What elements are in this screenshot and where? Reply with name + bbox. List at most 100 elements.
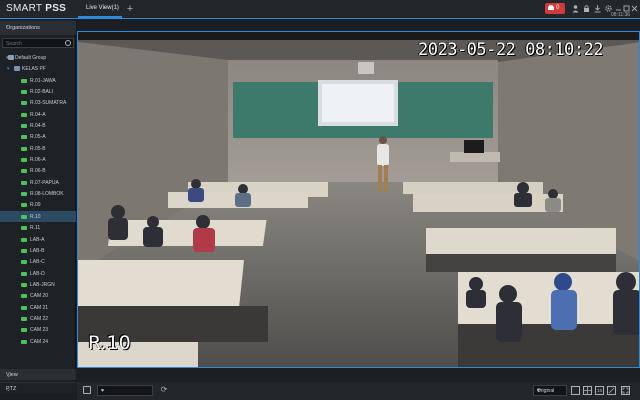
- refresh-icon[interactable]: ⟳: [159, 385, 169, 395]
- camera-icon: [21, 339, 27, 344]
- camera-label: R.11: [30, 225, 41, 232]
- tree-camera-item[interactable]: CAM 23: [0, 324, 76, 335]
- chevron-down-icon: ⌄: [6, 373, 12, 379]
- tree-camera-item[interactable]: R.04-B: [0, 120, 76, 131]
- camera-label: R.09: [30, 202, 41, 209]
- tree-camera-item[interactable]: R.04-A: [0, 109, 76, 120]
- camera-label: R.04-B: [30, 123, 46, 130]
- lock-icon[interactable]: [582, 4, 591, 13]
- tree-camera-item[interactable]: R.05-A: [0, 131, 76, 142]
- camera-icon: [21, 328, 27, 333]
- user-icon[interactable]: [571, 4, 580, 13]
- camera-label: R.10: [30, 213, 41, 220]
- tab-live-view[interactable]: Live View(1): [78, 0, 122, 18]
- view-select[interactable]: -- ▾: [97, 385, 153, 396]
- live-video-pane[interactable]: 2023-05-22 08:10:22 R.10: [77, 31, 640, 368]
- chevron-down-icon: ▾: [7, 66, 10, 73]
- camera-icon: [21, 316, 27, 321]
- grid-16-layout-icon[interactable]: 16: [595, 386, 604, 395]
- camera-icon: [21, 112, 27, 117]
- tree-camera-item[interactable]: LAB-JRGN: [0, 279, 76, 290]
- camera-icon: [21, 282, 27, 287]
- custom-layout-icon[interactable]: [607, 386, 616, 395]
- camera-icon: [21, 78, 27, 83]
- tree-camera-item[interactable]: LAB-A: [0, 234, 76, 245]
- tree-camera-item[interactable]: R.01-JAWA: [0, 75, 76, 86]
- tree-camera-item[interactable]: CAM 21: [0, 302, 76, 313]
- bell-icon: [548, 4, 554, 10]
- camera-label: R.06-B: [30, 168, 46, 175]
- device-tree: ▾ Default Group ▾ KELAS PF R.01-JAWA R.02…: [0, 52, 76, 347]
- view-panel-header[interactable]: View ⌄: [0, 369, 76, 380]
- tree-group-default[interactable]: ▾ Default Group: [0, 52, 76, 63]
- organizations-header[interactable]: Organizations ›: [0, 21, 76, 35]
- camera-icon: [21, 169, 27, 174]
- tree-folder-label: KELAS PF: [22, 66, 46, 73]
- camera-label: CAM 20: [30, 293, 49, 300]
- close-icon[interactable]: [630, 4, 639, 13]
- camera-icon: [21, 226, 27, 231]
- group-icon: [8, 55, 14, 60]
- folder-icon: [14, 66, 20, 72]
- add-tab-button[interactable]: +: [124, 2, 136, 16]
- tree-camera-item[interactable]: CAM 24: [0, 336, 76, 347]
- download-icon[interactable]: [593, 4, 602, 13]
- tree-camera-item[interactable]: LAB-C: [0, 256, 76, 267]
- camera-label: R.04-A: [30, 111, 46, 118]
- camera-icon: [21, 214, 27, 219]
- single-layout-icon[interactable]: [571, 386, 580, 395]
- camera-label: R.01-JAWA: [30, 77, 56, 84]
- ptz-panel-header[interactable]: PTZ ⌄: [0, 382, 76, 393]
- tree-camera-item[interactable]: CAM 22: [0, 313, 76, 324]
- tree-camera-item[interactable]: R.09: [0, 199, 76, 210]
- tree-camera-item[interactable]: R.07-PAPUA: [0, 177, 76, 188]
- quad-layout-icon[interactable]: [583, 386, 592, 395]
- tree-camera-item[interactable]: R.06-A: [0, 154, 76, 165]
- camera-label: R.07-PAPUA: [30, 179, 59, 186]
- camera-label: LAB-D: [30, 270, 45, 277]
- search-placeholder: Search: [6, 41, 22, 47]
- camera-label: R.02-BALI: [30, 89, 54, 96]
- camera-label: LAB-A: [30, 236, 45, 243]
- tree-group-label: Default Group: [15, 55, 47, 61]
- live-view-toolbar: -- ▾ ⟳ Original ▾ 16: [77, 382, 640, 400]
- camera-icon: [21, 260, 27, 265]
- tree-camera-item[interactable]: R.08-LOMBOK: [0, 188, 76, 199]
- tree-folder-kelas-pf[interactable]: ▾ KELAS PF: [0, 63, 76, 74]
- chevron-down-icon: ▾: [537, 388, 541, 394]
- classroom-camera-image: [78, 32, 639, 367]
- camera-icon: [21, 271, 27, 276]
- tree-camera-item[interactable]: LAB-B: [0, 245, 76, 256]
- fullscreen-icon[interactable]: [621, 386, 630, 395]
- tree-camera-item[interactable]: R.10: [0, 210, 76, 223]
- device-search-input[interactable]: Search: [2, 38, 74, 48]
- camera-icon: [21, 146, 27, 151]
- tree-camera-item[interactable]: R.05-B: [0, 143, 76, 154]
- camera-icon: [21, 180, 27, 185]
- tree-camera-item[interactable]: R.06-B: [0, 165, 76, 176]
- tree-camera-item[interactable]: R.02-BALI: [0, 86, 76, 97]
- camera-icon: [21, 90, 27, 95]
- camera-label: CAM 21: [30, 304, 49, 311]
- camera-icon: [21, 124, 27, 129]
- camera-icon: [21, 101, 27, 106]
- search-icon[interactable]: [65, 40, 71, 46]
- camera-label: R.03-SUMATRA: [30, 100, 67, 107]
- alarm-button[interactable]: 0: [545, 3, 565, 14]
- chevron-right-icon: ›: [6, 24, 8, 30]
- camera-label: LAB-B: [30, 247, 45, 254]
- camera-label: R.06-A: [30, 157, 46, 164]
- tree-camera-item[interactable]: R.11: [0, 222, 76, 233]
- chevron-down-icon: ⌄: [6, 387, 12, 393]
- alarm-count: 0: [556, 5, 560, 11]
- osd-timestamp: 2023-05-22 08:10:22: [418, 40, 603, 60]
- tree-camera-item[interactable]: LAB-D: [0, 268, 76, 279]
- camera-label: LAB-JRGN: [30, 281, 55, 288]
- aspect-ratio-select[interactable]: Original ▾: [533, 385, 567, 396]
- tree-camera-item[interactable]: CAM 20: [0, 290, 76, 301]
- tree-camera-item[interactable]: R.03-SUMATRA: [0, 97, 76, 108]
- camera-icon: [21, 248, 27, 253]
- save-view-icon[interactable]: [83, 386, 91, 394]
- tab-live-view-label: Live View(1): [86, 5, 119, 11]
- camera-label: CAM 22: [30, 315, 49, 322]
